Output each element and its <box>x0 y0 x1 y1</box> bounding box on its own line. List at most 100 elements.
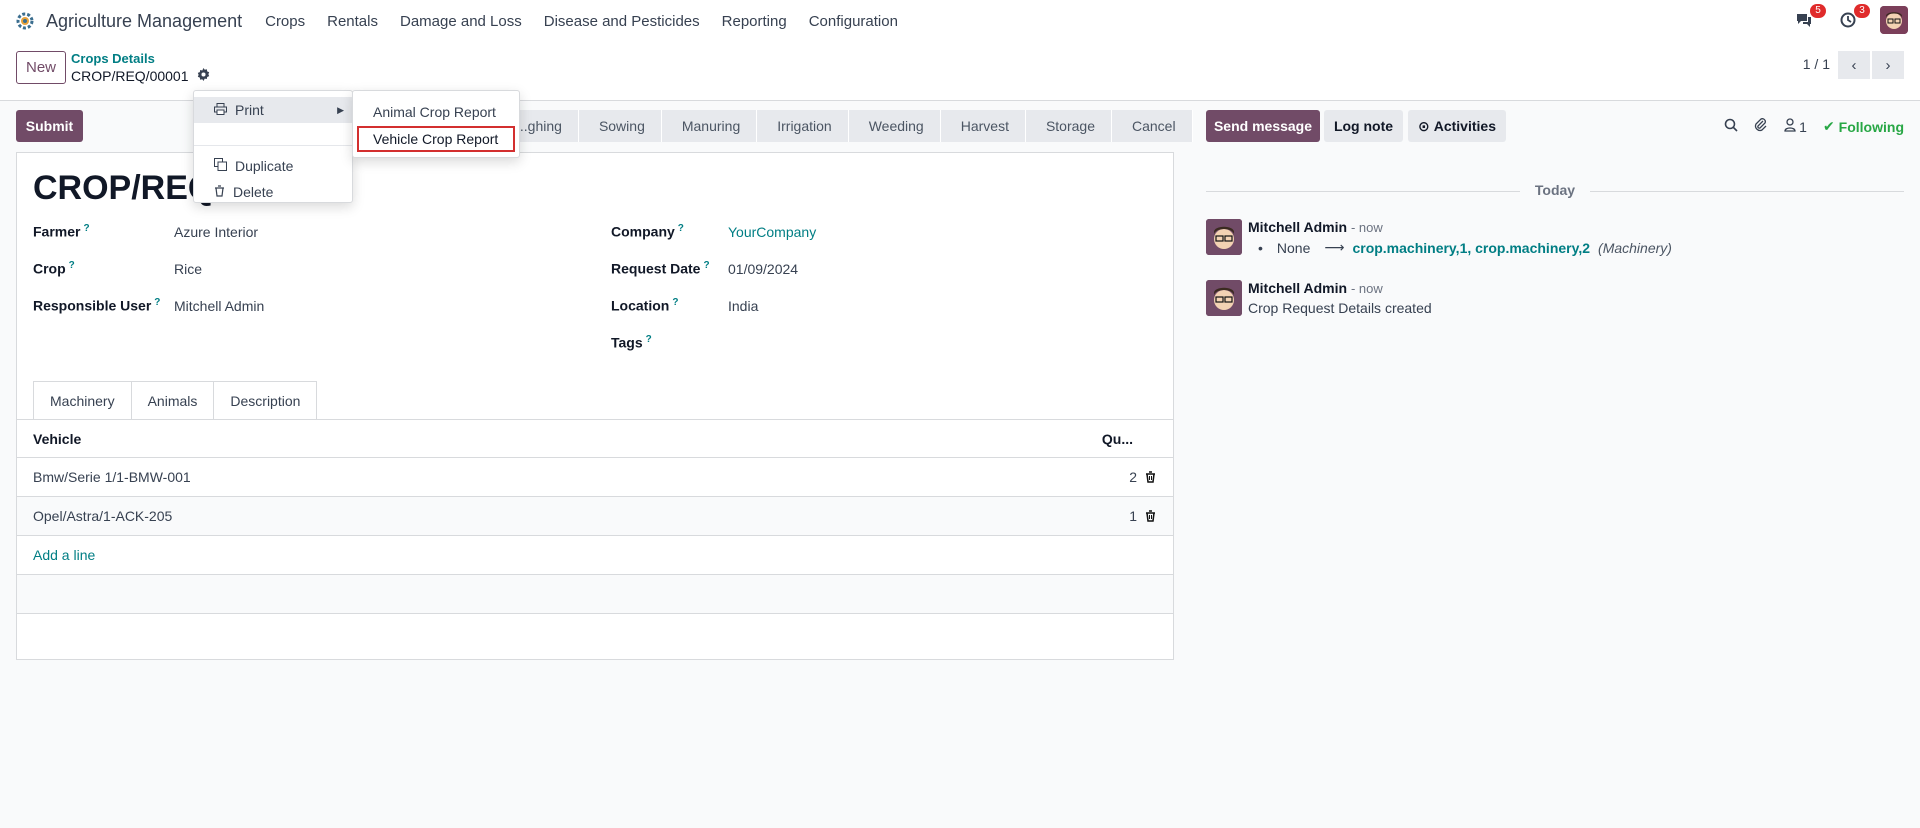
table-row[interactable]: Opel/Astra/1-ACK-205 1 <box>17 497 1173 536</box>
message-author[interactable]: Mitchell Admin - now <box>1248 219 1383 235</box>
responsible-user-field[interactable]: Mitchell Admin <box>174 298 264 314</box>
crop-field[interactable]: Rice <box>174 261 202 277</box>
empty-row <box>17 575 1173 614</box>
menu-reporting[interactable]: Reporting <box>711 13 798 30</box>
activities-label: Activities <box>1433 118 1496 134</box>
location-label: Location? <box>611 297 679 314</box>
farmer-field[interactable]: Azure Interior <box>174 224 258 240</box>
request-date-label: Request Date? <box>611 260 710 277</box>
followers-button[interactable]: 1 <box>1784 118 1807 135</box>
vehicle-cell[interactable]: Bmw/Serie 1/1-BMW-001 <box>33 469 191 485</box>
stage-harvest[interactable]: Harvest <box>941 110 1026 142</box>
chatter-message: Mitchell Admin - now • None ⟶ crop.machi… <box>1206 219 1904 261</box>
column-vehicle[interactable]: Vehicle <box>33 431 81 447</box>
search-icon[interactable] <box>1724 118 1738 135</box>
table-row[interactable]: Bmw/Serie 1/1-BMW-001 2 <box>17 458 1173 497</box>
printer-icon <box>214 102 227 118</box>
chevron-right-icon: › <box>1885 56 1891 74</box>
tracking-value: • None ⟶ crop.machinery,1, crop.machiner… <box>1258 239 1672 256</box>
menu-configuration[interactable]: Configuration <box>798 13 909 30</box>
activities-badge: 3 <box>1854 4 1870 18</box>
followers-count: 1 <box>1799 118 1807 135</box>
following-label: Following <box>1838 118 1904 135</box>
copy-icon <box>214 158 227 174</box>
stage-irrigation[interactable]: Irrigation <box>757 110 849 142</box>
tab-description[interactable]: Description <box>213 381 318 420</box>
new-value: crop.machinery,1, crop.machinery,2 <box>1352 239 1591 256</box>
notebook-tabs: Machinery Animals Description <box>33 381 318 420</box>
request-date-field[interactable]: 01/09/2024 <box>728 261 798 277</box>
machinery-table: Vehicle Qu... Bmw/Serie 1/1-BMW-001 2 Op… <box>17 420 1173 614</box>
messages-icon[interactable]: 5 <box>1792 4 1826 32</box>
record-title: CROP/REQ <box>33 169 215 207</box>
pager-value[interactable]: 1 / 1 <box>1803 56 1830 72</box>
user-avatar[interactable] <box>1880 6 1908 34</box>
vehicle-crop-report-item[interactable]: Vehicle Crop Report <box>357 126 515 152</box>
trash-icon[interactable] <box>1143 509 1157 523</box>
main-menu: Crops Rentals Damage and Loss Disease an… <box>254 13 909 30</box>
gear-icon[interactable] <box>197 68 210 84</box>
avatar[interactable] <box>1206 219 1242 255</box>
menu-rentals[interactable]: Rentals <box>316 13 389 30</box>
quantity-cell[interactable]: 1 <box>1129 508 1137 524</box>
old-value: None <box>1276 239 1311 256</box>
new-button[interactable]: New <box>16 51 66 84</box>
paperclip-icon[interactable] <box>1754 118 1768 135</box>
message-author[interactable]: Mitchell Admin - now <box>1248 280 1383 296</box>
send-message-button[interactable]: Send message <box>1206 110 1320 142</box>
print-menu-item[interactable]: Print ▶ <box>194 97 352 123</box>
bullet-icon: • <box>1258 239 1263 256</box>
duplicate-menu-item[interactable]: Duplicate <box>194 153 352 179</box>
stage-sowing[interactable]: Sowing <box>579 110 662 142</box>
delete-label: Delete <box>233 184 274 200</box>
company-label: Company? <box>611 223 684 240</box>
tab-animals[interactable]: Animals <box>130 381 215 420</box>
print-submenu: Animal Crop Report Vehicle Crop Report <box>352 90 520 158</box>
record-reference: CROP/REQ/00001 <box>71 68 189 84</box>
pager-next-button[interactable]: › <box>1872 51 1904 79</box>
stage-weeding[interactable]: Weeding <box>849 110 941 142</box>
today-label: Today <box>1534 182 1576 198</box>
tags-field[interactable] <box>728 335 1028 353</box>
animal-crop-report-item[interactable]: Animal Crop Report <box>357 99 515 125</box>
print-label: Print <box>235 102 264 118</box>
app-gear-icon[interactable] <box>14 10 36 32</box>
responsible-user-label: Responsible User? <box>33 297 161 314</box>
caret-right-icon: ▶ <box>337 104 344 115</box>
delete-menu-item[interactable]: Delete <box>194 179 352 205</box>
stage-cancel[interactable]: Cancel <box>1112 110 1193 142</box>
avatar[interactable] <box>1206 280 1242 316</box>
activities-button[interactable]: ⊙ Activities <box>1408 110 1506 142</box>
quantity-cell[interactable]: 2 <box>1129 469 1137 485</box>
company-field[interactable]: YourCompany <box>728 224 816 240</box>
tags-label: Tags? <box>611 334 652 351</box>
user-icon <box>1784 118 1796 135</box>
trash-icon[interactable] <box>1143 470 1157 484</box>
check-icon: ✔ <box>1822 118 1835 134</box>
menu-crops[interactable]: Crops <box>254 13 316 30</box>
log-note-button[interactable]: Log note <box>1324 110 1403 142</box>
tab-machinery[interactable]: Machinery <box>33 381 132 420</box>
stage-manuring[interactable]: Manuring <box>662 110 758 142</box>
menu-damage-and-loss[interactable]: Damage and Loss <box>389 13 533 30</box>
message-body: Crop Request Details created <box>1248 300 1432 316</box>
vehicle-cell[interactable]: Opel/Astra/1-ACK-205 <box>33 508 172 524</box>
stage-storage[interactable]: Storage <box>1026 110 1112 142</box>
app-name[interactable]: Agriculture Management <box>46 11 242 32</box>
column-quantity[interactable]: Qu... <box>1102 431 1133 447</box>
arrow-right-icon: ⟶ <box>1324 239 1345 255</box>
pager-previous-button[interactable]: ‹ <box>1838 51 1870 79</box>
breadcrumb-crops-details[interactable]: Crops Details <box>71 51 155 66</box>
submit-button[interactable]: Submit <box>16 110 83 142</box>
breadcrumb-current: CROP/REQ/00001 <box>71 68 210 84</box>
chatter-message: Mitchell Admin - now Crop Request Detail… <box>1206 280 1904 322</box>
menu-disease-and-pesticides[interactable]: Disease and Pesticides <box>533 13 711 30</box>
following-button[interactable]: ✔ Following <box>1823 118 1904 135</box>
table-header: Vehicle Qu... <box>17 420 1173 458</box>
location-field[interactable]: India <box>728 298 758 314</box>
form-sheet: CROP/REQ Farmer? Azure Interior Crop? Ri… <box>16 152 1174 660</box>
crop-label: Crop? <box>33 260 75 277</box>
add-a-line-link[interactable]: Add a line <box>33 547 95 563</box>
activities-clock-icon[interactable]: 3 <box>1836 4 1870 32</box>
add-line-row: Add a line <box>17 536 1173 575</box>
